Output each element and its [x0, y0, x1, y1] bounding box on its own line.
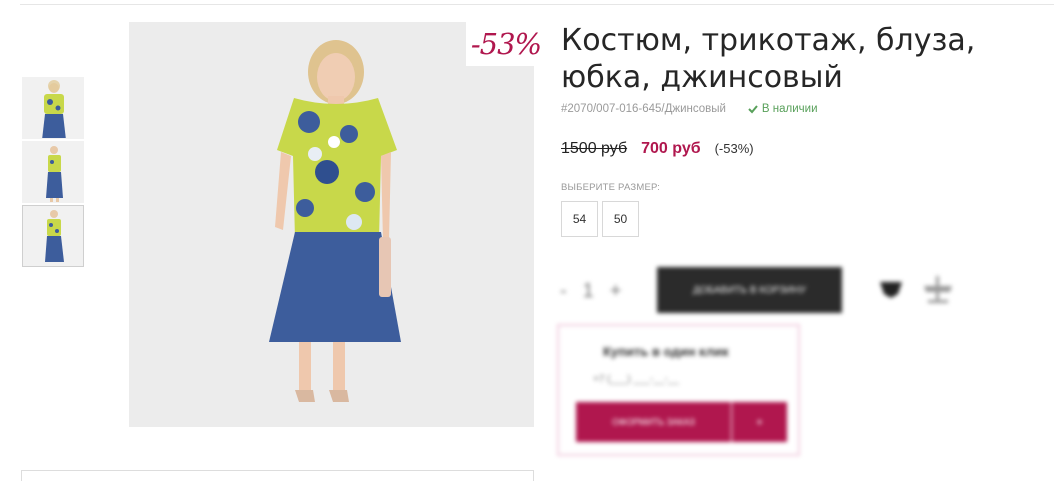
qty-value[interactable]: 1 [583, 280, 594, 303]
stock-text: В наличии [761, 103, 818, 115]
old-price: 1500 руб [561, 140, 628, 157]
description-panel [21, 470, 534, 481]
model-illustration [129, 22, 534, 427]
qty-minus-button[interactable]: - [560, 280, 567, 303]
thumbnail-3[interactable] [22, 205, 84, 267]
top-divider [20, 4, 1054, 5]
discount-tag: -53% [466, 22, 546, 66]
price-block: 1500 руб 700 руб (-53%) [561, 140, 754, 158]
product-title: Костюм, трикотаж, блуза, юбка, джинсовый [561, 23, 976, 95]
thumbnail-1[interactable] [22, 77, 84, 139]
thumbnail-gallery [22, 77, 84, 269]
new-price: 700 руб [641, 140, 701, 157]
product-meta: #2070/007-016-645/Джинсовый В наличии [561, 103, 818, 115]
heart-icon[interactable] [876, 276, 906, 302]
discount-tag-text: -53% [470, 27, 542, 61]
discount-percent: (-53%) [714, 141, 754, 156]
size-selector: 54 50 [561, 201, 639, 237]
check-icon [748, 105, 758, 114]
product-photo[interactable] [129, 22, 534, 427]
thumbnail-2[interactable] [22, 141, 84, 203]
compare-scale-icon[interactable] [920, 272, 956, 306]
stock-status: В наличии [748, 103, 818, 115]
one-click-phone-input[interactable]: +7 (___) ___-__-__ [593, 374, 679, 385]
one-click-title: Купить в один клик [603, 344, 729, 359]
one-click-order-button[interactable]: ОФОРМИТЬ ЗАКАЗ [576, 402, 731, 442]
size-option-50[interactable]: 50 [602, 201, 639, 237]
product-sku: #2070/007-016-645/Джинсовый [561, 103, 726, 115]
size-option-54[interactable]: 54 [561, 201, 598, 237]
size-label: ВЫБЕРИТЕ РАЗМЕР: [561, 182, 661, 193]
one-click-extra-button[interactable]: + [732, 402, 787, 442]
qty-plus-button[interactable]: + [610, 280, 622, 303]
add-to-cart-button[interactable]: ДОБАВИТЬ В КОРЗИНУ [657, 267, 842, 313]
one-click-order-box: Купить в один клик +7 (___) ___-__-__ ОФ… [557, 324, 800, 456]
quantity-stepper[interactable]: - 1 + [560, 280, 621, 303]
